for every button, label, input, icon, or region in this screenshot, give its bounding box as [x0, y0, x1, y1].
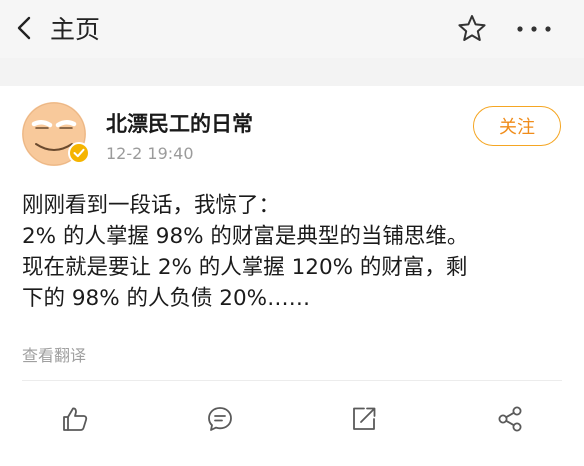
favorite-button[interactable]	[455, 12, 489, 46]
thumbs-up-icon	[63, 407, 88, 431]
top-nav-bar: 主页	[0, 0, 584, 58]
verified-badge-icon	[68, 142, 90, 164]
chevron-left-icon	[17, 16, 31, 40]
post-content-line: 现在就是要让 2% 的人掌握 120% 的财富，剩	[22, 255, 468, 280]
back-label: 主页	[50, 15, 101, 44]
comment-icon	[208, 407, 232, 431]
star-icon	[458, 15, 486, 41]
follow-button[interactable]: 关注	[473, 106, 561, 146]
divider	[22, 380, 562, 381]
more-dots-icon	[517, 26, 551, 32]
repost-button[interactable]	[349, 404, 379, 434]
post-timestamp: 12-2 19:40	[106, 144, 194, 163]
post-detail-page: 主页 北漂民工的日常 12-2 19:40 关注 刚刚看到一段话，我惊了： 2%…	[0, 0, 584, 466]
post-content-line: 2% 的人掌握 98% 的财富是典型的当铺思维。	[22, 224, 469, 249]
share-icon	[498, 406, 522, 432]
post-content-line: 刚刚看到一段话，我惊了：	[22, 193, 281, 218]
back-button[interactable]: 主页	[12, 8, 100, 48]
view-translation-link[interactable]: 查看翻译	[22, 342, 86, 366]
share-button[interactable]	[495, 404, 525, 434]
post-action-bar	[0, 404, 584, 440]
comment-button[interactable]	[205, 404, 235, 434]
post-card: 北漂民工的日常 12-2 19:40 关注 刚刚看到一段话，我惊了： 2% 的人…	[0, 86, 584, 466]
repost-icon	[353, 407, 376, 430]
author-name[interactable]: 北漂民工的日常	[106, 108, 253, 138]
more-button[interactable]	[512, 12, 556, 46]
post-content-line: 下的 98% 的人负债 20%……	[22, 286, 311, 311]
like-button[interactable]	[60, 404, 90, 434]
post-content: 刚刚看到一段话，我惊了： 2% 的人掌握 98% 的财富是典型的当铺思维。 现在…	[22, 190, 567, 314]
